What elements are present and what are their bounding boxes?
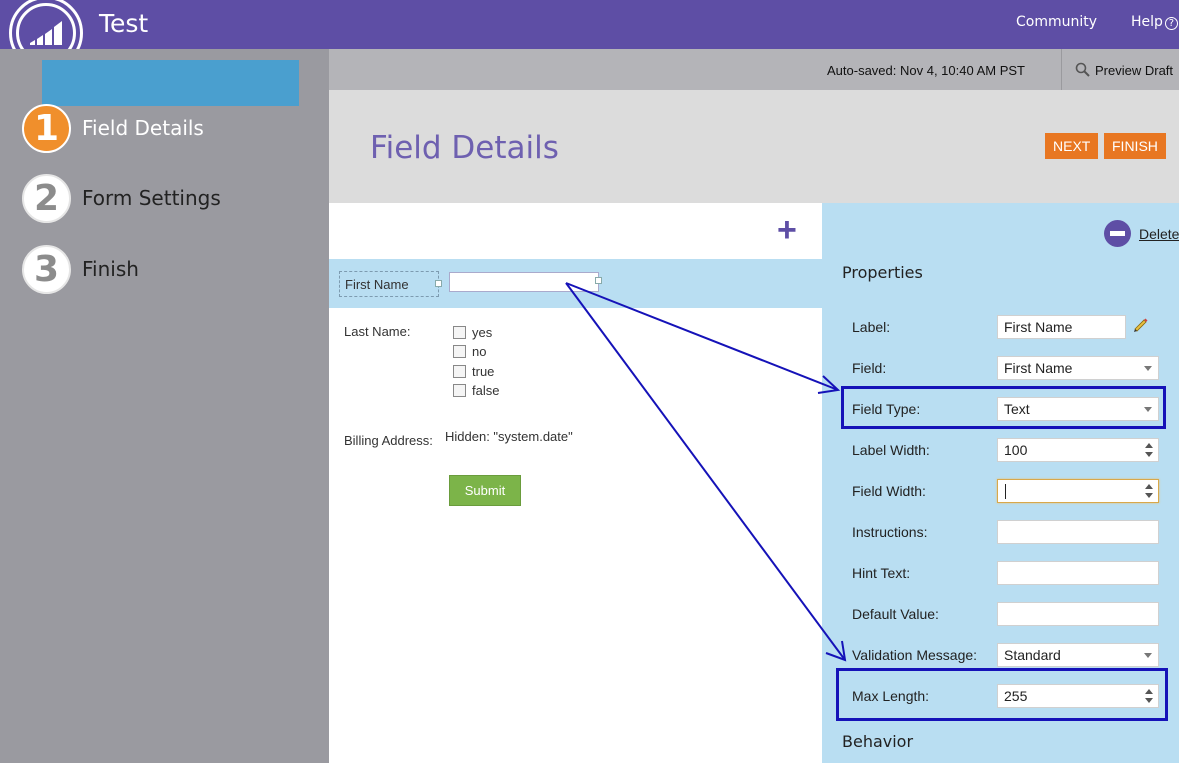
top-bar: Test Community Help? <box>0 0 1179 70</box>
prop-field-width-label: Field Width: <box>852 483 926 499</box>
app-title: Test <box>99 9 149 38</box>
help-circle-icon: ? <box>1164 17 1178 30</box>
preview-draft-button[interactable]: Preview Draft <box>1075 62 1173 78</box>
option-yes[interactable]: yes <box>453 325 492 340</box>
page-title: Field Details <box>370 130 559 166</box>
validation-message-select[interactable]: Standard <box>997 643 1159 667</box>
first-name-input[interactable] <box>449 272 599 292</box>
magnifier-icon <box>1075 62 1090 77</box>
divider <box>1061 49 1062 90</box>
step-finish[interactable]: 3 Finish <box>22 244 139 294</box>
step-label: Form Settings <box>82 186 221 210</box>
prop-default-value-label: Default Value: <box>852 606 939 622</box>
spinner-arrows-icon[interactable] <box>1145 483 1153 499</box>
prop-hint-text-label: Hint Text: <box>852 565 911 581</box>
first-name-label[interactable]: First Name <box>339 271 439 297</box>
add-field-icon[interactable]: + <box>777 213 797 247</box>
option-label: false <box>472 383 500 398</box>
step-number-2: 2 <box>22 173 71 223</box>
annotation-box-max-length <box>836 668 1168 721</box>
text-cursor <box>1005 484 1006 499</box>
delete-button[interactable]: Delete <box>1104 220 1179 247</box>
checkbox[interactable] <box>453 326 466 339</box>
behavior-heading: Behavior <box>842 732 914 751</box>
help-label: Help <box>1131 14 1163 30</box>
resize-handle-icon[interactable] <box>595 277 602 284</box>
instructions-input[interactable] <box>997 520 1159 544</box>
community-link[interactable]: Community <box>1016 14 1097 30</box>
finish-button[interactable]: FINISH <box>1104 133 1166 159</box>
step-number-1: 1 <box>22 103 71 153</box>
prop-field-label: Field: <box>852 360 887 376</box>
annotation-box-field-type <box>841 386 1166 429</box>
option-true[interactable]: true <box>453 364 494 379</box>
step-label: Finish <box>82 257 139 281</box>
validation-message-value: Standard <box>1004 647 1061 663</box>
option-label: true <box>472 364 495 379</box>
title-bar: Field Details NEXT FINISH <box>329 90 1179 203</box>
field-width-stepper[interactable] <box>997 479 1159 503</box>
default-value-input[interactable] <box>997 602 1159 626</box>
step-field-details[interactable]: 1 Field Details <box>22 103 204 153</box>
spinner-arrows-icon[interactable] <box>1145 442 1153 458</box>
label-input[interactable]: First Name <box>997 315 1126 339</box>
prop-label-label: Label: <box>852 319 891 335</box>
chevron-down-icon <box>1144 653 1152 658</box>
hidden-field-value: Hidden: "system.date" <box>445 429 573 444</box>
autosave-status: Auto-saved: Nov 4, 10:40 AM PST <box>827 63 1025 78</box>
option-label: no <box>472 344 487 359</box>
checkbox[interactable] <box>453 365 466 378</box>
wizard-steps <box>0 49 329 763</box>
prop-instructions-label: Instructions: <box>852 524 928 540</box>
prop-validation-message-label: Validation Message: <box>852 647 978 663</box>
option-false[interactable]: false <box>453 383 499 398</box>
field-select-value: First Name <box>1004 360 1073 376</box>
field-select[interactable]: First Name <box>997 356 1159 380</box>
step-form-settings[interactable]: 2 Form Settings <box>22 173 221 223</box>
minus-circle-icon <box>1104 220 1131 247</box>
label-width-stepper[interactable]: 100 <box>997 438 1159 462</box>
step-label: Field Details <box>82 116 204 140</box>
active-step-highlight <box>42 60 299 106</box>
pencil-icon[interactable] <box>1132 316 1150 334</box>
selected-field-row[interactable]: First Name <box>329 259 822 308</box>
checkbox[interactable] <box>453 384 466 397</box>
last-name-label: Last Name: <box>344 324 411 339</box>
option-label: yes <box>472 325 493 340</box>
step-number-3: 3 <box>22 244 71 294</box>
hint-text-input[interactable] <box>997 561 1159 585</box>
resize-handle-icon[interactable] <box>435 280 442 287</box>
billing-address-label: Billing Address: <box>344 433 433 448</box>
autosave-bar: Auto-saved: Nov 4, 10:40 AM PST Preview … <box>329 49 1179 90</box>
delete-label: Delete <box>1139 225 1179 242</box>
checkbox[interactable] <box>453 345 466 358</box>
chevron-down-icon <box>1144 366 1152 371</box>
form-canvas: + First Name Last Name: yes no true fals… <box>329 203 822 763</box>
prop-label-width-label: Label Width: <box>852 442 930 458</box>
option-no[interactable]: no <box>453 344 486 359</box>
label-width-value: 100 <box>1004 442 1028 458</box>
properties-heading: Properties <box>842 263 923 282</box>
help-link[interactable]: Help? <box>1131 14 1178 30</box>
next-button[interactable]: NEXT <box>1045 133 1099 159</box>
preview-label: Preview Draft <box>1095 62 1174 78</box>
submit-button[interactable]: Submit <box>449 475 521 506</box>
